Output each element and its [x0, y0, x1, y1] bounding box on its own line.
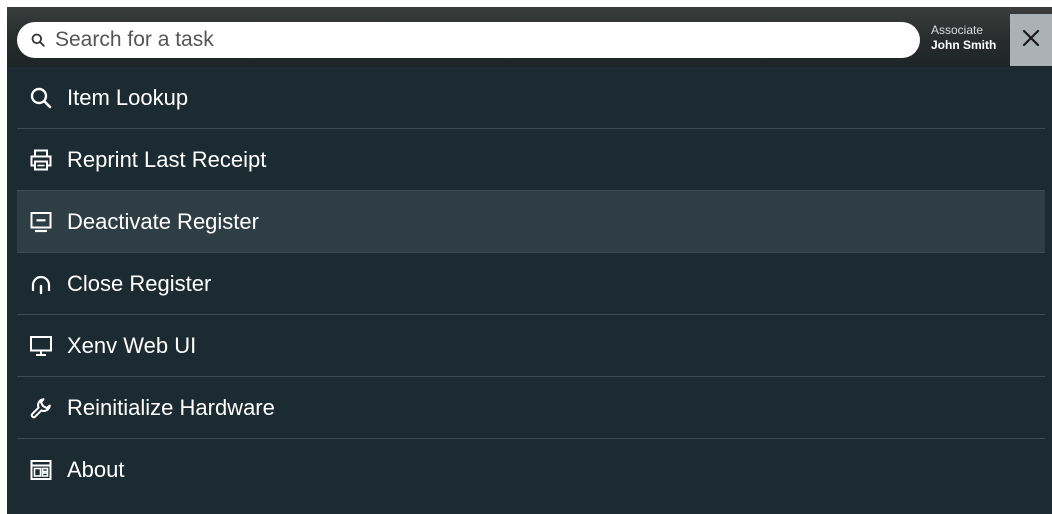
menu-item-label: Deactivate Register [67, 208, 259, 234]
menu-item-reprint-last-receipt[interactable]: Reprint Last Receipt [17, 129, 1045, 191]
menu-item-about[interactable]: About [17, 439, 1045, 501]
task-menu-panel: Associate John Smith Item Lookup [7, 7, 1052, 514]
monitor-icon [29, 334, 53, 358]
menu-item-deactivate-register[interactable]: Deactivate Register [17, 191, 1045, 253]
task-list: Item Lookup Reprint Last Receipt Deactiv… [17, 67, 1045, 501]
menu-item-label: Item Lookup [67, 84, 189, 110]
menu-item-label: Reinitialize Hardware [67, 394, 275, 420]
search-input[interactable] [55, 28, 875, 52]
close-button[interactable] [1010, 14, 1052, 66]
printer-icon [29, 148, 53, 172]
associate-info: Associate John Smith [931, 23, 1009, 53]
top-bar: Associate John Smith [7, 7, 1052, 67]
associate-name: John Smith [931, 38, 997, 52]
info-panel-icon [29, 458, 53, 482]
search-icon [29, 86, 53, 110]
menu-item-label: Close Register [67, 270, 212, 296]
search-icon [31, 33, 45, 47]
menu-item-xenv-web-ui[interactable]: Xenv Web UI [17, 315, 1045, 377]
menu-item-reinitialize-hardware[interactable]: Reinitialize Hardware [17, 377, 1045, 439]
associate-role: Associate [931, 23, 984, 37]
headphones-icon [29, 272, 53, 296]
wrench-icon [29, 396, 53, 420]
close-icon [1022, 29, 1040, 52]
menu-item-label: About [67, 457, 125, 482]
menu-item-label: Xenv Web UI [67, 332, 197, 358]
menu-item-label: Reprint Last Receipt [67, 146, 267, 172]
search-field[interactable] [17, 22, 920, 58]
menu-item-item-lookup[interactable]: Item Lookup [17, 67, 1045, 129]
register-icon [29, 210, 53, 234]
menu-item-close-register[interactable]: Close Register [17, 253, 1045, 315]
